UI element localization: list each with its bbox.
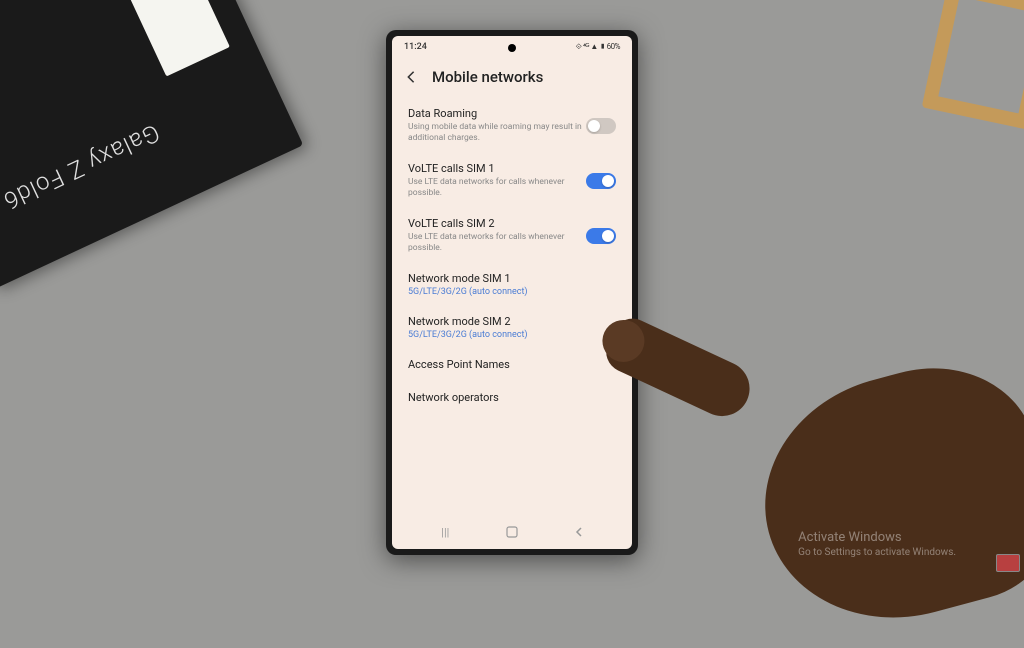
- nav-recents[interactable]: |||: [430, 525, 460, 539]
- setting-title: Network mode SIM 1: [408, 272, 616, 285]
- camera-hole: [508, 44, 516, 52]
- setting-title: VoLTE calls SIM 2: [408, 217, 586, 230]
- setting-network-operators[interactable]: Network operators: [392, 382, 632, 415]
- setting-title: VoLTE calls SIM 1: [408, 162, 586, 175]
- corner-badge: [996, 554, 1020, 572]
- chair-prop: [922, 0, 1024, 130]
- setting-title: Access Point Names: [408, 358, 616, 371]
- status-icons: ⟐ ⁴ᴳ ▲ ▮ 60%: [576, 42, 620, 52]
- setting-volte-sim1[interactable]: VoLTE calls SIM 1 Use LTE data networks …: [392, 153, 632, 208]
- watermark-sub: Go to Settings to activate Windows.: [798, 547, 956, 558]
- setting-apn[interactable]: Access Point Names: [392, 349, 632, 382]
- nav-bar: |||: [392, 521, 632, 543]
- nav-home[interactable]: [497, 525, 527, 539]
- chevron-left-icon: [406, 70, 416, 84]
- settings-list: Data Roaming Using mobile data while roa…: [392, 94, 632, 419]
- status-time: 11:24: [404, 42, 427, 52]
- setting-desc: Use LTE data networks for calls whenever…: [408, 232, 586, 254]
- toggle-volte-sim2[interactable]: [586, 228, 616, 244]
- phone-device: 11:24 ⟐ ⁴ᴳ ▲ ▮ 60% Mobile networks Data …: [386, 30, 638, 555]
- setting-title: Network operators: [408, 391, 616, 404]
- setting-desc: Using mobile data while roaming may resu…: [408, 122, 586, 144]
- setting-title: Data Roaming: [408, 107, 586, 120]
- nav-back[interactable]: [564, 525, 594, 539]
- setting-desc: Use LTE data networks for calls whenever…: [408, 177, 586, 199]
- product-name: Galaxy Z Fold6: [0, 118, 164, 215]
- product-box: Galaxy Z Fold6: [0, 0, 303, 289]
- setting-value: 5G/LTE/3G/2G (auto connect): [408, 330, 616, 340]
- toggle-volte-sim1[interactable]: [586, 173, 616, 189]
- hand: [594, 236, 1024, 616]
- watermark-title: Activate Windows: [798, 530, 956, 545]
- screen-header: Mobile networks: [392, 56, 632, 94]
- page-title: Mobile networks: [432, 68, 543, 86]
- product-label-sticker: [111, 0, 229, 76]
- square-icon: [506, 526, 518, 538]
- setting-volte-sim2[interactable]: VoLTE calls SIM 2 Use LTE data networks …: [392, 208, 632, 263]
- toggle-data-roaming[interactable]: [586, 118, 616, 134]
- chevron-left-icon: [574, 526, 584, 538]
- setting-network-mode-sim1[interactable]: Network mode SIM 1 5G/LTE/3G/2G (auto co…: [392, 263, 632, 306]
- windows-watermark: Activate Windows Go to Settings to activ…: [798, 530, 956, 558]
- setting-network-mode-sim2[interactable]: Network mode SIM 2 5G/LTE/3G/2G (auto co…: [392, 306, 632, 349]
- setting-data-roaming[interactable]: Data Roaming Using mobile data while roa…: [392, 98, 632, 153]
- setting-title: Network mode SIM 2: [408, 315, 616, 328]
- phone-screen: 11:24 ⟐ ⁴ᴳ ▲ ▮ 60% Mobile networks Data …: [392, 36, 632, 549]
- setting-value: 5G/LTE/3G/2G (auto connect): [408, 287, 616, 297]
- back-button[interactable]: [406, 71, 418, 83]
